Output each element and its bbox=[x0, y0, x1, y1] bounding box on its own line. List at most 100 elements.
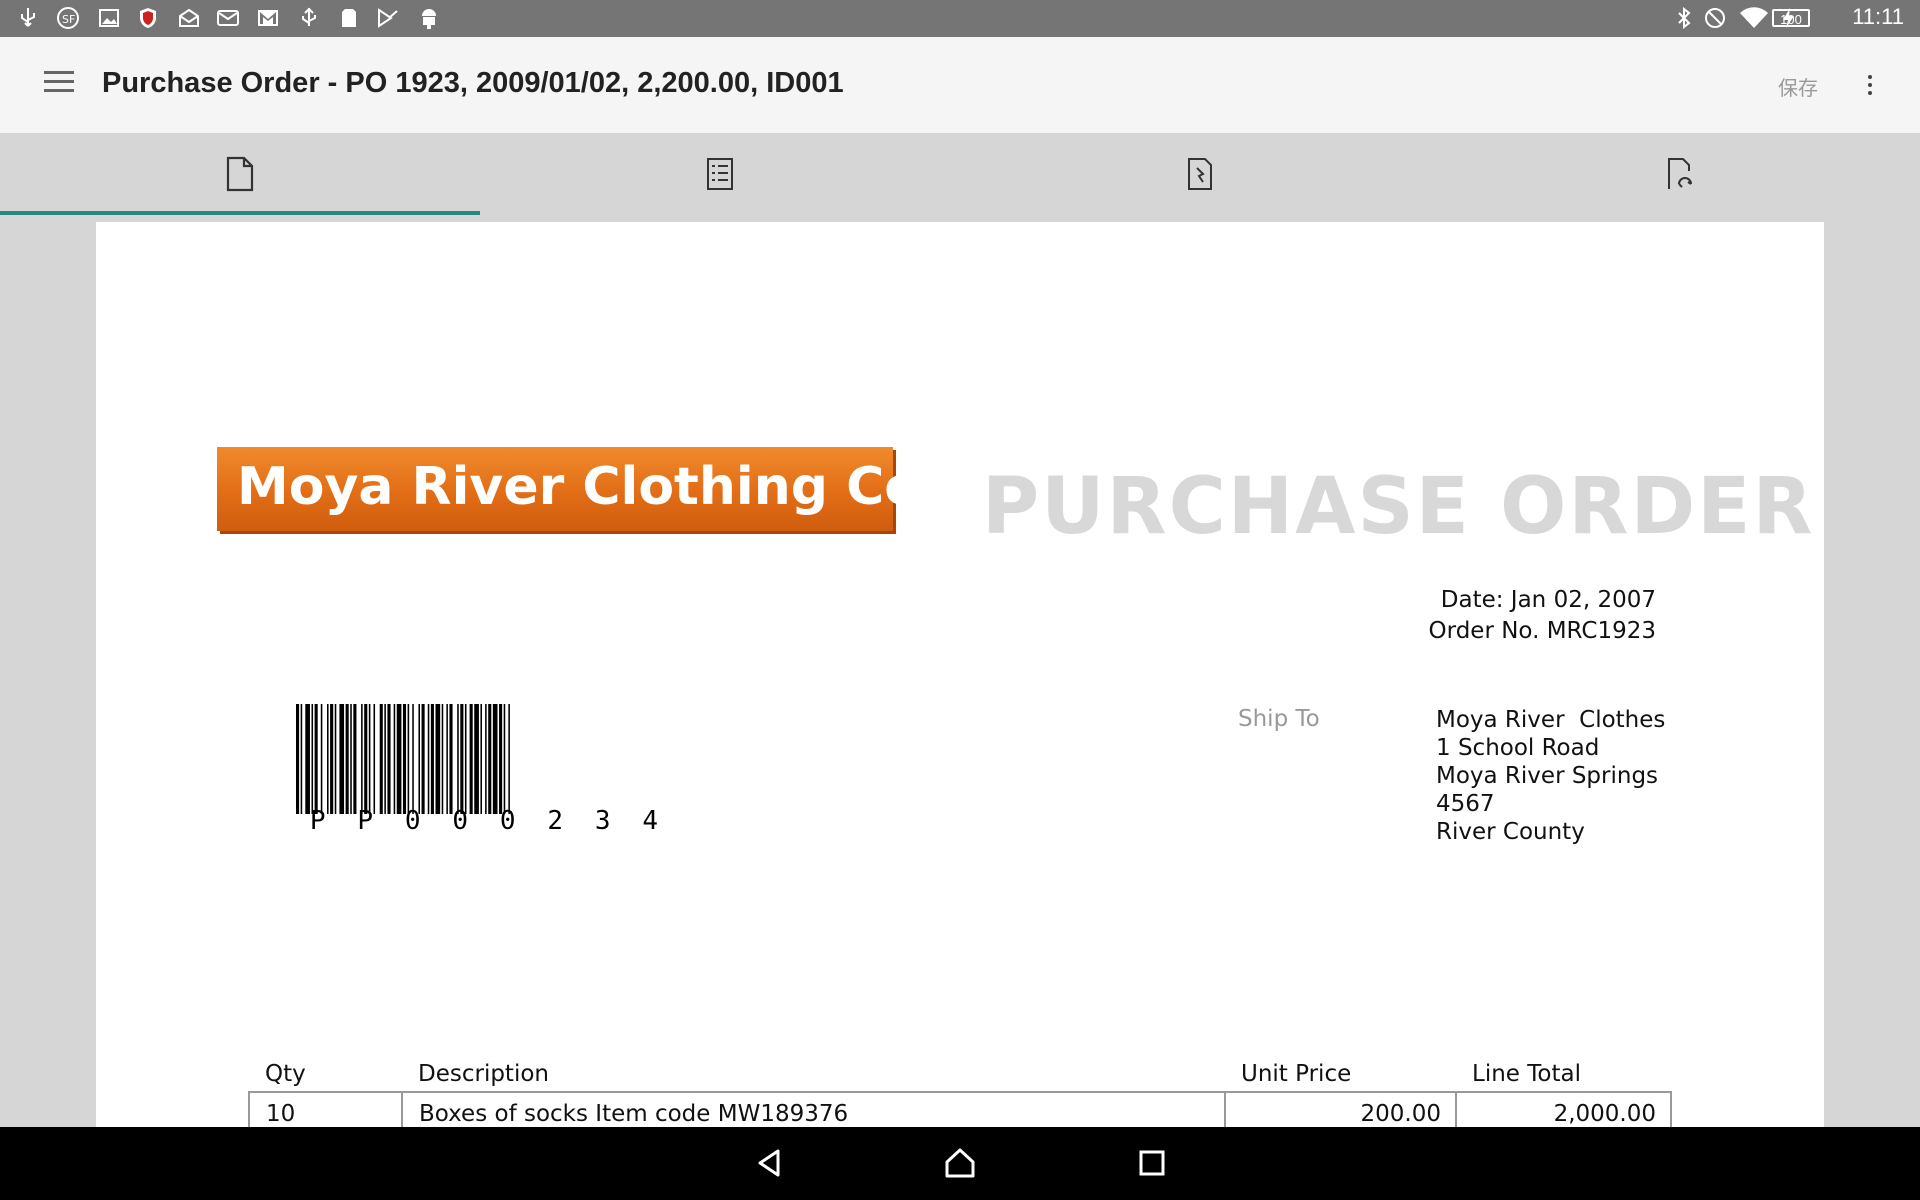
play-store-icon bbox=[376, 6, 400, 30]
column-header-qty: Qty bbox=[249, 1059, 402, 1093]
cell-line-total: 2,000.00 bbox=[1455, 1092, 1672, 1127]
usb-icon bbox=[16, 6, 40, 30]
tab-selected-indicator bbox=[0, 211, 480, 215]
sf-app-icon: SF bbox=[56, 6, 80, 30]
barcode-char: 0 bbox=[452, 806, 469, 836]
barcode-bar bbox=[402, 704, 407, 814]
ship-to-address: Moya River Clothes 1 School Road Moya Ri… bbox=[1436, 706, 1665, 846]
barcode-bar bbox=[368, 704, 371, 814]
barcode-bar bbox=[480, 704, 482, 814]
tab-document[interactable] bbox=[0, 133, 480, 215]
barcode-bar bbox=[350, 704, 352, 814]
table-header-row: Qty Description Unit Price Line Total bbox=[249, 1059, 1671, 1093]
barcode-bar bbox=[421, 704, 425, 814]
barcode-bar bbox=[412, 704, 414, 814]
barcode-bar bbox=[364, 704, 368, 814]
order-date: Date: Jan 02, 2007 bbox=[1440, 587, 1656, 613]
document-heading: PURCHASE ORDER bbox=[982, 462, 1815, 552]
barcode-bar bbox=[503, 704, 506, 814]
barcode-bar bbox=[393, 704, 396, 814]
tab-recycle[interactable] bbox=[1440, 133, 1920, 215]
tab-sign[interactable] bbox=[960, 133, 1440, 215]
barcode-bar bbox=[435, 704, 441, 814]
barcode-bar bbox=[296, 704, 300, 814]
barcode-bar bbox=[441, 704, 444, 814]
table-row: 10 Boxes of socks Item code MW189376 200… bbox=[248, 1092, 1672, 1127]
cell-unit-price: 200.00 bbox=[1224, 1092, 1457, 1127]
order-number: Order No. MRC1923 bbox=[1428, 618, 1656, 644]
barcode-bar bbox=[314, 704, 318, 814]
barcode-bar bbox=[305, 704, 310, 814]
cell-description: Boxes of socks Item code MW189376 bbox=[401, 1092, 1226, 1127]
barcode-bar bbox=[446, 704, 448, 814]
barcode-bar bbox=[300, 704, 303, 814]
tab-bar bbox=[0, 133, 1920, 215]
document-recycle-icon bbox=[1668, 158, 1692, 189]
tab-checklist[interactable] bbox=[480, 133, 960, 215]
barcode-bar bbox=[457, 704, 459, 814]
battery-level: 100 bbox=[1772, 9, 1810, 27]
recents-icon[interactable] bbox=[1134, 1145, 1170, 1181]
address-line: 1 School Road bbox=[1436, 735, 1600, 761]
sim-icon bbox=[337, 6, 361, 30]
barcode-bar bbox=[499, 704, 503, 814]
barcode-bar bbox=[353, 704, 357, 814]
barcode-bar bbox=[427, 704, 430, 814]
home-icon[interactable] bbox=[942, 1145, 978, 1181]
more-options-icon[interactable] bbox=[1858, 75, 1882, 99]
gmail-icon bbox=[256, 6, 280, 30]
barcode-bar bbox=[474, 704, 479, 814]
barcode-bar bbox=[330, 704, 334, 814]
bluetooth-icon bbox=[1672, 6, 1696, 30]
barcode-char: P bbox=[309, 806, 326, 836]
barcode-bar bbox=[407, 704, 410, 814]
address-line: 4567 bbox=[1436, 791, 1495, 817]
image-icon bbox=[97, 6, 121, 30]
system-navigation-bar bbox=[0, 1127, 1920, 1200]
barcode-bar bbox=[508, 704, 510, 814]
save-button[interactable]: 保存 bbox=[1778, 72, 1818, 101]
barcode-bar bbox=[460, 704, 464, 814]
barcode-bar bbox=[488, 704, 492, 814]
barcode-bar bbox=[430, 704, 434, 814]
barcode-bar bbox=[345, 704, 349, 814]
barcode-bar bbox=[387, 704, 391, 814]
mail-icon bbox=[216, 6, 240, 30]
cell-qty: 10 bbox=[248, 1092, 403, 1127]
barcode-bar bbox=[485, 704, 487, 814]
wifi-icon bbox=[1738, 6, 1770, 30]
dnd-icon bbox=[1703, 6, 1727, 30]
address-line: River County bbox=[1436, 819, 1585, 845]
barcode-char: 0 bbox=[499, 806, 516, 836]
clock: 11:11 bbox=[1852, 4, 1904, 29]
company-logo: Moya River Clothing Co. bbox=[217, 447, 940, 531]
barcode-char: P bbox=[357, 806, 374, 836]
barcode-bar bbox=[327, 704, 329, 814]
barcode-text: P P 0 0 0 2 3 4 bbox=[294, 806, 674, 836]
document-page: Moya River Clothing Co. PURCHASE ORDER D… bbox=[96, 222, 1824, 1127]
mcafee-icon bbox=[136, 6, 160, 30]
back-icon[interactable] bbox=[752, 1145, 788, 1181]
document-sign-icon bbox=[1188, 158, 1212, 190]
barcode-bar bbox=[379, 704, 383, 814]
barcode-char: 3 bbox=[594, 806, 611, 836]
hamburger-menu-icon[interactable] bbox=[44, 71, 74, 95]
status-bar: SF 100 11:11 bbox=[0, 0, 1920, 37]
checklist-icon bbox=[707, 158, 733, 190]
mail-open-icon bbox=[177, 6, 201, 30]
app-bar: Purchase Order - PO 1923, 2009/01/02, 2,… bbox=[0, 37, 1920, 133]
column-header-line-total: Line Total bbox=[1456, 1059, 1671, 1093]
barcode-bar bbox=[334, 704, 337, 814]
svg-text:SF: SF bbox=[62, 13, 75, 26]
barcode-bar bbox=[311, 704, 314, 814]
barcode-bar bbox=[396, 704, 402, 814]
barcode-bar bbox=[469, 704, 473, 814]
android-icon bbox=[417, 6, 441, 30]
barcode-bar bbox=[361, 704, 363, 814]
barcode-char: 0 bbox=[404, 806, 421, 836]
barcode-bar bbox=[492, 704, 498, 814]
ship-to-label: Ship To bbox=[1238, 706, 1320, 732]
address-line: Moya River Springs bbox=[1436, 763, 1659, 789]
company-logo-text: Moya River Clothing Co. bbox=[237, 457, 940, 517]
barcode-bar bbox=[339, 704, 345, 814]
